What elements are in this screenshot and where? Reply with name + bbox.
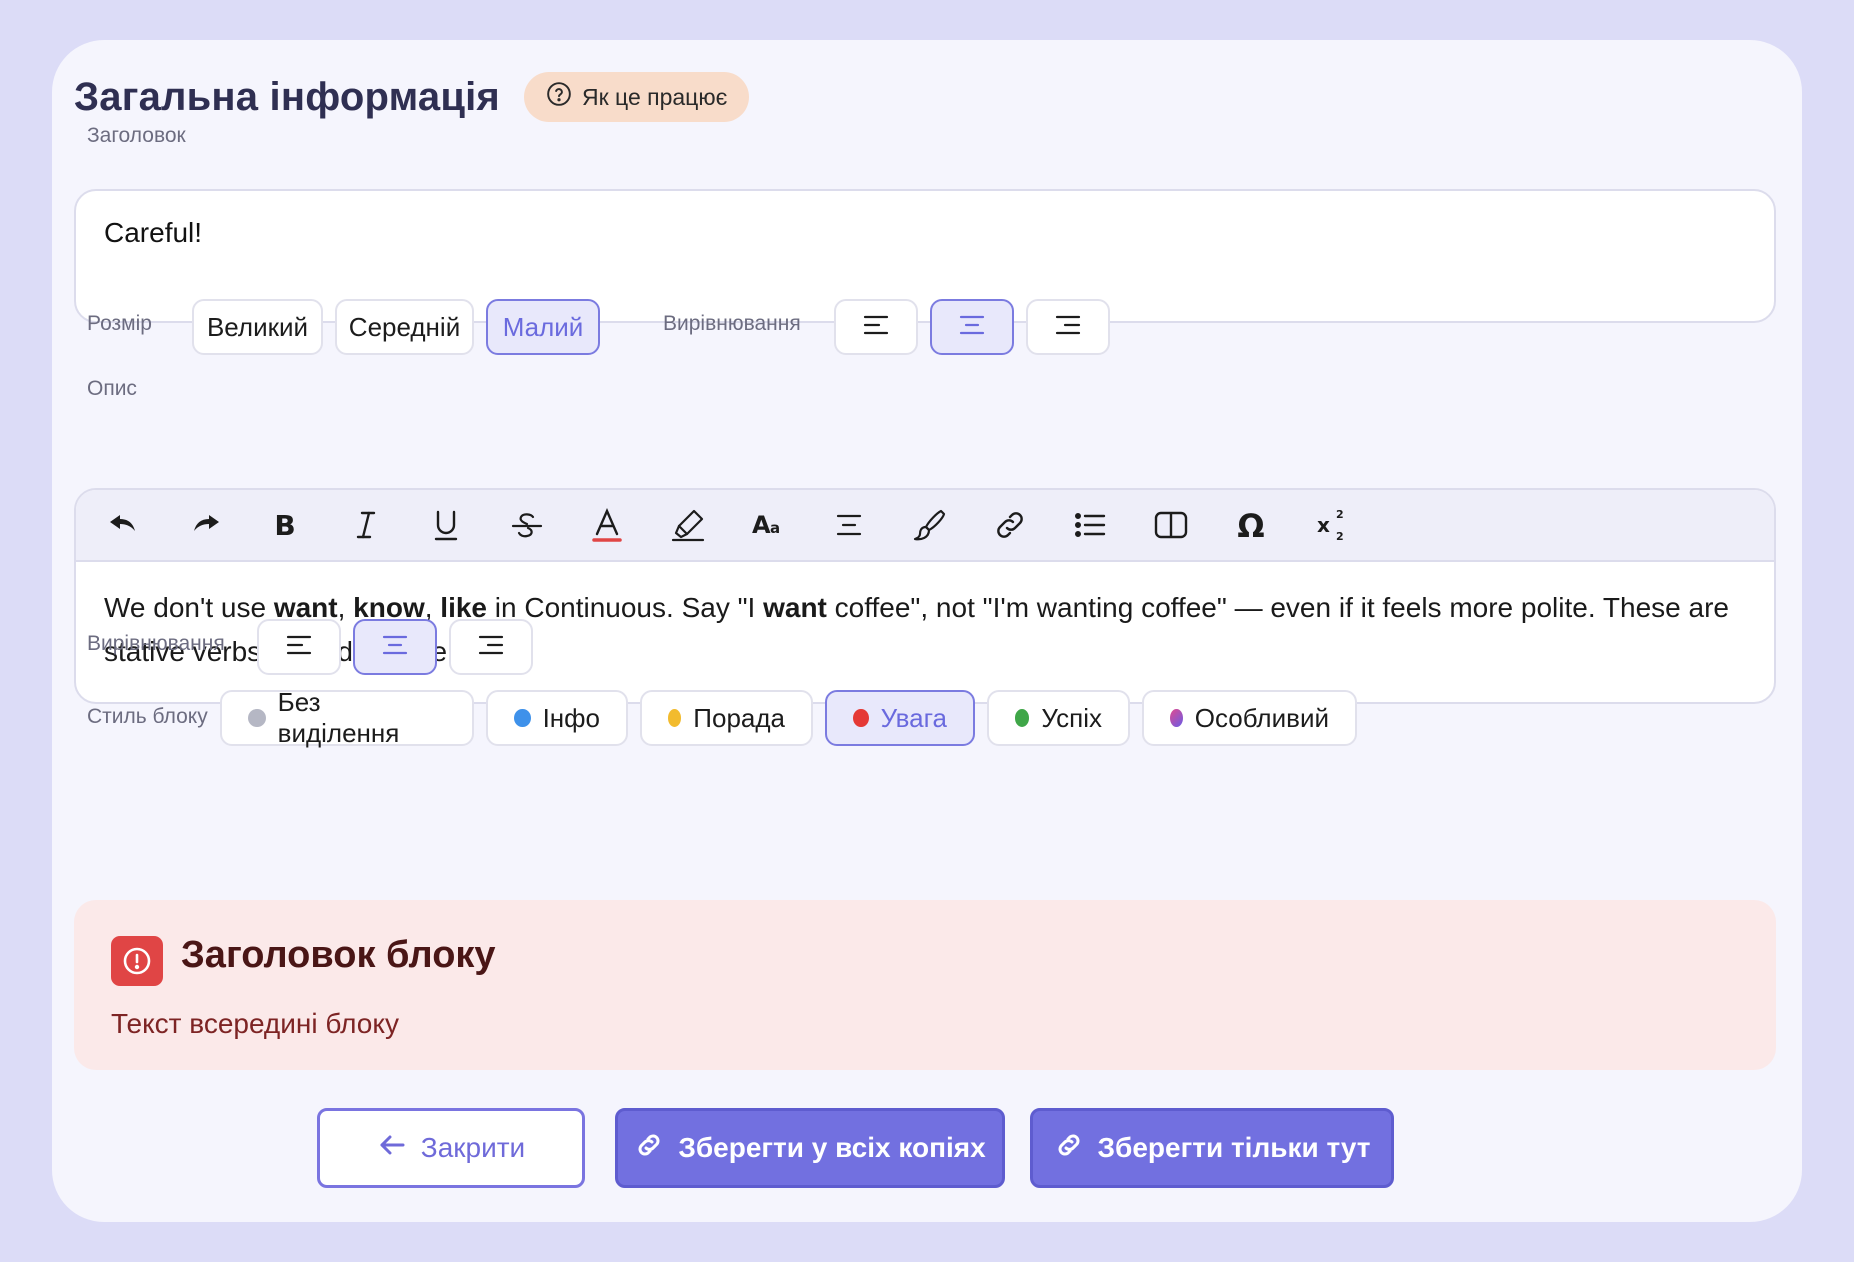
style-none-label: Без виділення	[277, 687, 400, 748]
undo-icon[interactable]	[84, 495, 165, 555]
heading-align-center-button[interactable]	[930, 299, 1014, 355]
style-warning-label: Увага	[880, 702, 947, 733]
align-right-icon	[1055, 312, 1081, 343]
link-icon	[634, 1130, 664, 1167]
size-large-button[interactable]: Великий	[192, 299, 323, 355]
help-circle-icon	[546, 81, 572, 113]
style-info-label: Інфо	[542, 702, 600, 733]
size-medium-button[interactable]: Середній	[335, 299, 474, 355]
text-run: We don't use	[104, 592, 274, 623]
block-style-label: Стиль блоку	[87, 705, 208, 728]
svg-text:x: x	[1317, 513, 1330, 537]
bold-text-run: want	[763, 592, 827, 623]
svg-text:A: A	[752, 511, 771, 539]
svg-text:B: B	[275, 509, 296, 542]
font-size-icon[interactable]: Aa	[728, 495, 809, 555]
how-it-works-label: Як це працює	[581, 83, 728, 110]
svg-text:2: 2	[1336, 508, 1344, 521]
heading-alignment-options	[834, 299, 1122, 355]
style-tip-label: Порада	[693, 702, 785, 733]
format-brush-icon[interactable]	[889, 495, 970, 555]
bold-icon[interactable]: B	[245, 495, 326, 555]
columns-icon[interactable]	[1131, 495, 1212, 555]
size-small-button[interactable]: Малий	[486, 299, 600, 355]
link-icon[interactable]	[970, 495, 1051, 555]
bullet-list-icon[interactable]	[1050, 495, 1131, 555]
style-success-dot	[1015, 709, 1030, 727]
text-alignment-label: Вирівнювання	[87, 632, 225, 655]
strikethrough-icon[interactable]	[487, 495, 568, 555]
style-special-label: Особливий	[1194, 702, 1329, 733]
special-char-icon[interactable]: Ω	[1211, 495, 1292, 555]
align-icon[interactable]	[809, 495, 890, 555]
save-all-copies-label: Зберегти у всіх копіях	[678, 1132, 986, 1163]
save-all-copies-button[interactable]: Зберегти у всіх копіях	[615, 1108, 1005, 1188]
superscript-subscript-icon[interactable]: x2 2	[1292, 495, 1373, 555]
svg-text:a: a	[770, 519, 780, 537]
preview-title: Заголовок блоку	[181, 934, 496, 976]
align-left-icon	[286, 632, 312, 663]
style-special-dot	[1170, 709, 1183, 727]
text-align-center-button[interactable]	[353, 619, 437, 675]
highlight-icon[interactable]	[648, 495, 729, 555]
save-here-only-label: Зберегти тільки тут	[1097, 1132, 1371, 1163]
style-info-button[interactable]: Інфо	[486, 690, 628, 746]
heading-align-left-button[interactable]	[834, 299, 918, 355]
block-editor-card: Загальна інформація Як це працює Заголов…	[52, 40, 1802, 1222]
description-label: Опис	[87, 377, 137, 400]
alert-icon	[111, 936, 163, 986]
font-color-icon[interactable]	[567, 495, 648, 555]
align-center-icon	[382, 632, 408, 663]
footer-actions: Закрити Зберегти у всіх копіях Зберегти …	[317, 1108, 1394, 1188]
style-warning-dot	[853, 709, 869, 727]
redo-icon[interactable]	[165, 495, 246, 555]
style-special-button[interactable]: Особливий	[1142, 690, 1357, 746]
text-alignment-options	[257, 619, 545, 675]
style-none-dot	[248, 709, 266, 727]
style-tip-button[interactable]: Порада	[640, 690, 813, 746]
block-preview: Заголовок блоку Текст всередині блоку	[74, 900, 1776, 1070]
svg-text:Ω: Ω	[1238, 507, 1265, 543]
heading-alignment-label: Вирівнювання	[663, 312, 801, 335]
link-icon	[1054, 1130, 1084, 1167]
style-tip-dot	[668, 709, 682, 727]
editor-toolbar: B Aa Ω x2 2	[76, 490, 1774, 562]
size-label: Розмір	[87, 312, 152, 335]
close-label: Закрити	[420, 1132, 526, 1163]
style-success-label: Успіх	[1041, 702, 1102, 733]
style-success-button[interactable]: Успіх	[987, 690, 1130, 746]
style-warning-button[interactable]: Увага	[825, 690, 975, 746]
arrow-left-icon	[377, 1130, 407, 1167]
style-info-dot	[514, 709, 531, 727]
how-it-works-button[interactable]: Як це працює	[523, 72, 750, 122]
underline-icon[interactable]	[406, 495, 487, 555]
text-align-left-button[interactable]	[257, 619, 341, 675]
heading-align-right-button[interactable]	[1026, 299, 1110, 355]
align-left-icon	[863, 312, 889, 343]
header: Загальна інформація Як це працює	[74, 72, 750, 122]
align-right-icon	[478, 632, 504, 663]
save-here-only-button[interactable]: Зберегти тільки тут	[1030, 1108, 1394, 1188]
block-style-options: Без виділення Інфо Порада Увага Успіх Ос…	[220, 687, 1369, 748]
preview-text: Текст всередині блоку	[111, 1008, 399, 1039]
heading-field-label: Заголовок	[87, 124, 186, 147]
size-options: Великий Середній Малий	[192, 299, 612, 355]
svg-text:2: 2	[1336, 530, 1344, 543]
align-center-icon	[959, 312, 985, 343]
style-none-button[interactable]: Без виділення	[220, 687, 474, 748]
close-button[interactable]: Закрити	[317, 1108, 585, 1188]
text-align-right-button[interactable]	[449, 619, 533, 675]
page-title: Загальна інформація	[74, 74, 500, 119]
italic-icon[interactable]	[326, 495, 407, 555]
